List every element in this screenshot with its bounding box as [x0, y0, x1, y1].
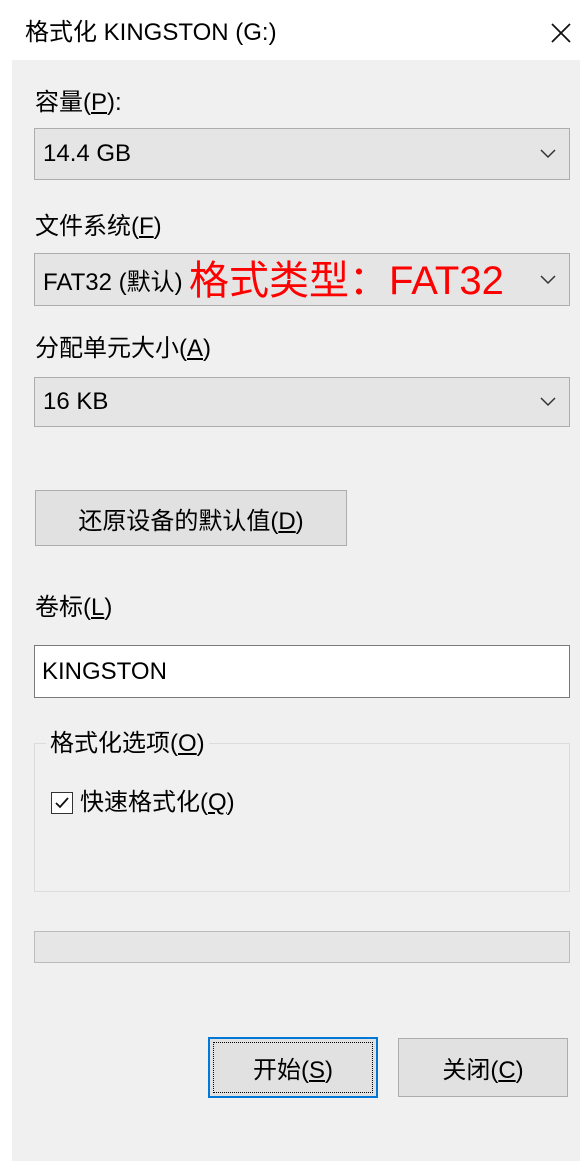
- format-options-legend: 格式化选项(O): [46, 729, 209, 759]
- allocation-unit-label: 分配单元大小(A): [35, 335, 212, 362]
- window-title: 格式化 KINGSTON (G:): [25, 19, 277, 46]
- chevron-down-icon: [540, 397, 556, 407]
- format-dialog: 格式化 KINGSTON (G:) 容量(P): 14.4 GB 文件系统(F)…: [0, 0, 580, 1161]
- quick-format-label[interactable]: 快速格式化(Q): [80, 788, 235, 818]
- access-key-letter: A: [187, 335, 204, 362]
- capacity-value: 14.4 GB: [43, 140, 132, 167]
- close-icon: [551, 23, 571, 43]
- close-button-label: 关闭(C): [442, 1057, 524, 1084]
- file-system-label: 文件系统(F): [35, 213, 162, 240]
- file-system-annotation: 格式类型：FAT32: [189, 259, 504, 303]
- capacity-label: 容量(P):: [35, 89, 122, 116]
- allocation-unit-dropdown[interactable]: 16 KB: [34, 377, 570, 427]
- checkmark-icon: [55, 797, 69, 809]
- capacity-dropdown[interactable]: 14.4 GB: [34, 128, 570, 180]
- chevron-down-icon: [540, 149, 556, 159]
- access-key-letter: Q: [208, 789, 227, 816]
- close-window-button[interactable]: [544, 16, 578, 50]
- access-key-letter: D: [278, 507, 296, 535]
- access-key-letter: C: [498, 1057, 516, 1084]
- file-system-value: FAT32 (默认): [43, 269, 183, 296]
- chevron-down-icon: [540, 274, 556, 284]
- focus-rectangle: [213, 1042, 373, 1093]
- format-progress-bar: [34, 931, 570, 963]
- restore-defaults-label: 还原设备的默认值(D): [78, 507, 304, 535]
- access-key-letter: F: [139, 213, 154, 240]
- access-key-letter: P: [91, 89, 108, 116]
- access-key-letter: O: [178, 730, 197, 757]
- title-bar[interactable]: 格式化 KINGSTON (G:): [0, 0, 580, 60]
- access-key-letter: L: [91, 594, 105, 621]
- allocation-unit-value: 16 KB: [43, 388, 109, 415]
- quick-format-checkbox[interactable]: [51, 792, 73, 814]
- volume-label-input[interactable]: [34, 645, 570, 698]
- start-button[interactable]: 开始(S): [208, 1037, 378, 1098]
- volume-label-label: 卷标(L): [35, 594, 113, 621]
- restore-defaults-button[interactable]: 还原设备的默认值(D): [35, 490, 347, 546]
- close-button[interactable]: 关闭(C): [398, 1038, 568, 1097]
- file-system-dropdown[interactable]: FAT32 (默认) 格式类型：FAT32: [34, 253, 570, 306]
